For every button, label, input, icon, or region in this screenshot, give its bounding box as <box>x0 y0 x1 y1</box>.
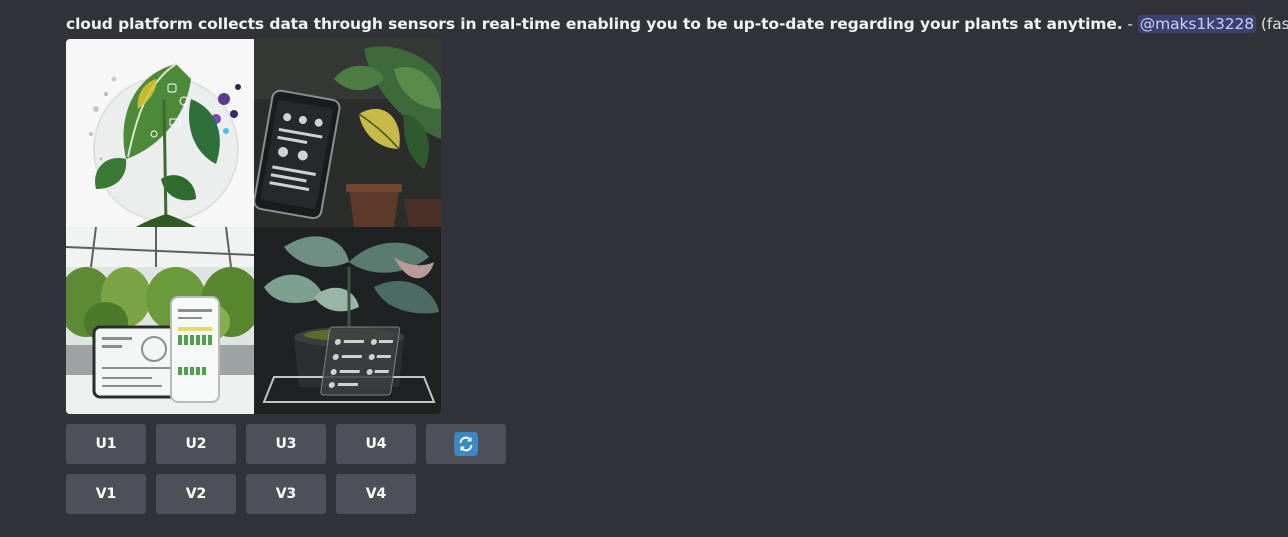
greenhouse-illustration <box>66 227 254 414</box>
image-cell-tablet-plant <box>254 39 441 227</box>
upscale-button-3[interactable]: U3 <box>246 424 326 464</box>
reroll-button[interactable] <box>426 424 506 464</box>
refresh-icon <box>454 432 478 456</box>
upscale-button-2[interactable]: U2 <box>156 424 236 464</box>
image-cell-display-plant <box>254 227 441 414</box>
variation-button-3[interactable]: V3 <box>246 474 326 514</box>
image-cell-greenhouse <box>66 227 254 414</box>
user-mention[interactable]: @maks1k3228 <box>1137 15 1257 33</box>
prompt-text: cloud platform collects data through sen… <box>66 15 1123 33</box>
leaf-illustration <box>66 39 254 227</box>
prompt-line: cloud platform collects data through sen… <box>66 12 1288 36</box>
message: cloud platform collects data through sen… <box>66 12 1288 36</box>
image-cell-leaf <box>66 39 254 227</box>
separator: - <box>1122 15 1138 33</box>
upscale-button-4[interactable]: U4 <box>336 424 416 464</box>
image-grid[interactable] <box>66 39 441 414</box>
variation-button-1[interactable]: V1 <box>66 474 146 514</box>
display-plant-illustration <box>254 227 441 414</box>
variation-button-row: V1 V2 V3 V4 <box>66 474 416 514</box>
upscale-button-1[interactable]: U1 <box>66 424 146 464</box>
upscale-button-row: U1 U2 U3 U4 <box>66 424 506 464</box>
variation-button-2[interactable]: V2 <box>156 474 236 514</box>
speed-label: (fast) <box>1260 15 1288 33</box>
tablet-plant-illustration <box>254 39 441 227</box>
variation-button-4[interactable]: V4 <box>336 474 416 514</box>
